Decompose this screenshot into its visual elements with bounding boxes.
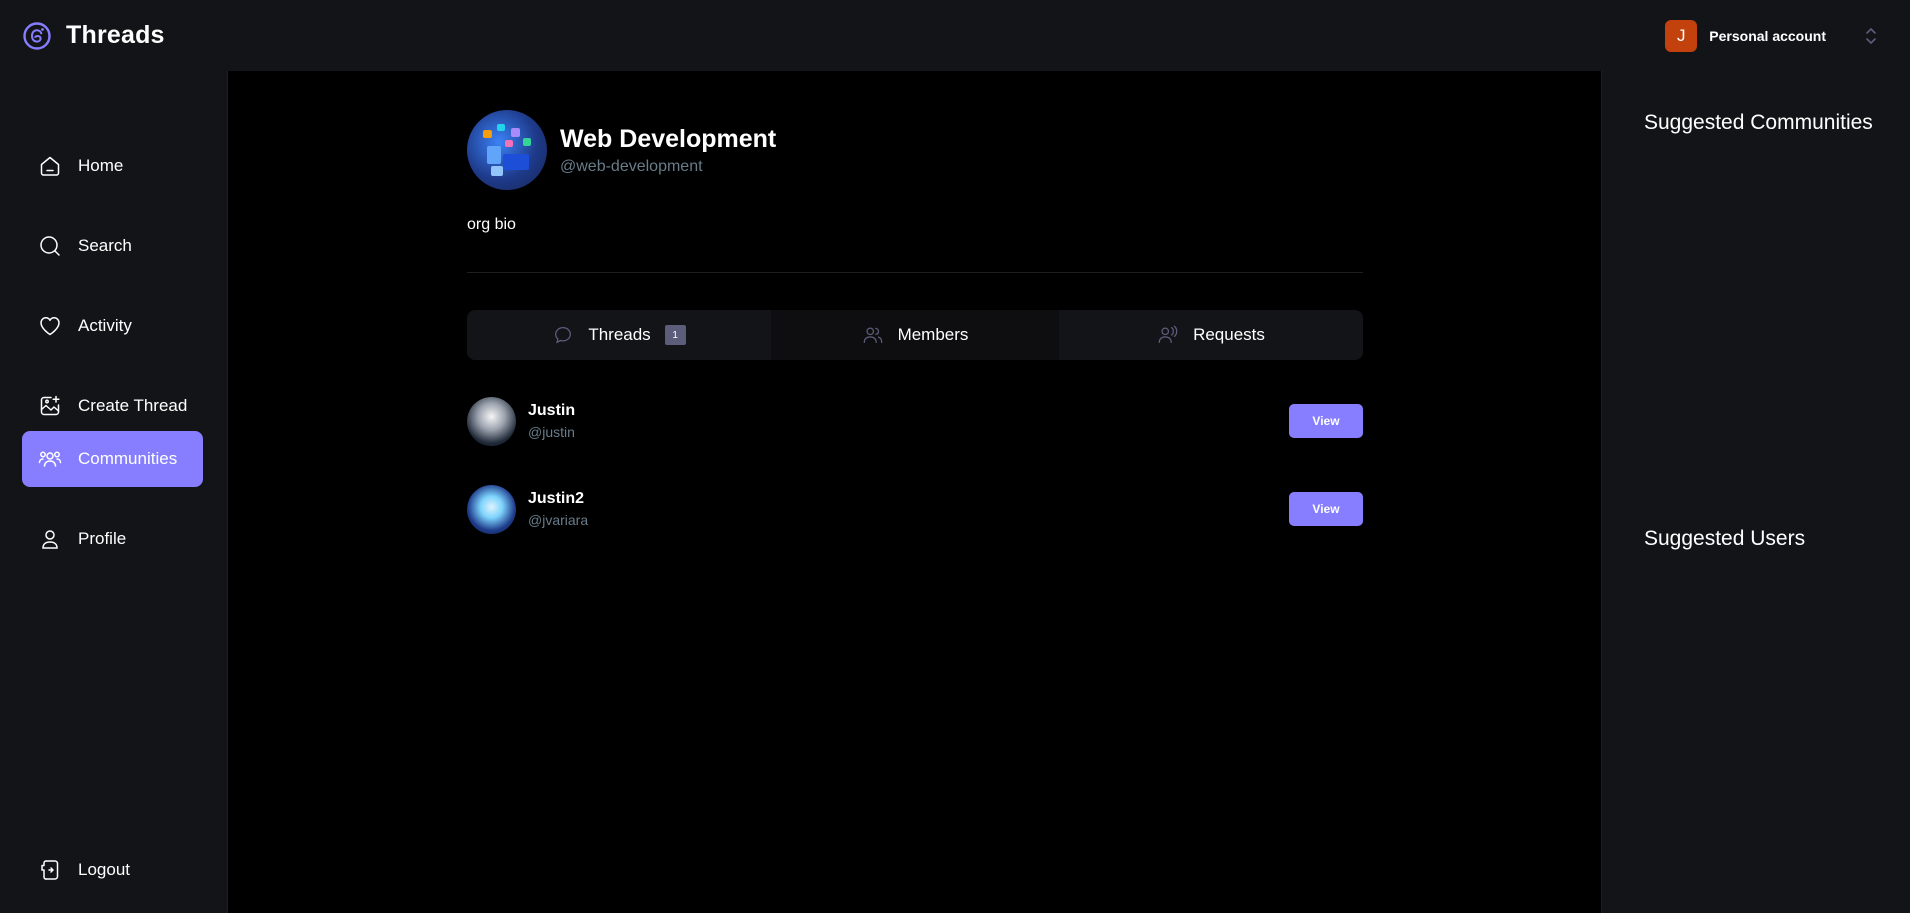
tab-label: Threads	[588, 325, 651, 344]
chevron-up-down-icon[interactable]	[1864, 26, 1878, 46]
sidebar-item-label: Activity	[78, 316, 132, 335]
threads-count-badge: 1	[664, 325, 686, 345]
logout-button[interactable]: Logout	[22, 842, 203, 898]
tab-label: Members	[897, 325, 969, 344]
account-avatar: J	[1665, 19, 1698, 52]
sidebar-item-profile[interactable]: Profile	[22, 511, 203, 567]
member-list: Justin @justin View Justin2 @jvariara Vi…	[467, 396, 1363, 534]
community-avatar	[467, 110, 547, 190]
view-button[interactable]: View	[1289, 492, 1363, 526]
avatar	[467, 484, 516, 534]
suggested-communities-heading: Suggested Communities	[1644, 111, 1873, 134]
sidebar-item-label: Search	[78, 236, 132, 255]
left-sidebar: Home Search Activity Create Thread Commu…	[0, 71, 228, 913]
suggested-users-heading: Suggested Users	[1644, 527, 1806, 550]
community-page: Web Development @web-development org bio…	[467, 110, 1363, 572]
member-name: Justin	[528, 402, 576, 419]
community-name: Web Development	[560, 125, 777, 153]
sidebar-item-label: Communities	[78, 449, 178, 468]
reply-icon	[555, 327, 572, 344]
logout-icon	[41, 860, 59, 880]
threads-logo-icon	[23, 21, 51, 50]
sidebar-item-create-thread[interactable]: Create Thread	[22, 378, 203, 434]
member-info[interactable]: Justin @justin	[467, 396, 576, 446]
communities-icon	[38, 451, 62, 467]
members-icon	[863, 327, 882, 343]
sidebar-item-label: Home	[78, 156, 124, 175]
create-thread-icon	[40, 395, 60, 416]
divider	[467, 272, 1363, 273]
brand[interactable]: Threads	[22, 21, 165, 51]
sidebar-item-activity[interactable]: Activity	[22, 298, 203, 354]
home-icon	[40, 156, 60, 176]
heart-icon	[40, 317, 60, 336]
member-handle: @justin	[528, 424, 575, 440]
topbar: Threads J Personal account	[0, 0, 1910, 71]
sidebar-item-label: Create Thread	[78, 396, 188, 415]
logout-label: Logout	[78, 860, 130, 879]
member-name: Justin2	[528, 490, 585, 507]
community-tabs: Threads 1 Members Requests	[467, 310, 1363, 360]
member-handle: @jvariara	[528, 512, 589, 528]
member-info[interactable]: Justin2 @jvariara	[467, 484, 589, 534]
sidebar-item-communities[interactable]: Communities	[22, 431, 203, 487]
account-switcher[interactable]: J Personal account	[1665, 19, 1878, 52]
tab-label: Requests	[1193, 325, 1265, 344]
list-item: Justin @justin View	[467, 396, 1363, 446]
sidebar-item-search[interactable]: Search	[22, 218, 203, 274]
user-icon	[42, 530, 58, 549]
app-name: Threads	[66, 21, 165, 49]
community-header: Web Development @web-development	[467, 110, 1363, 190]
tab-members[interactable]: Members	[771, 310, 1059, 360]
community-bio: org bio	[467, 216, 516, 233]
list-item: Justin2 @jvariara View	[467, 484, 1363, 534]
tab-threads[interactable]: Threads 1	[467, 310, 771, 360]
search-icon	[40, 236, 60, 256]
sidebar-item-home[interactable]: Home	[22, 138, 203, 194]
right-sidebar: Suggested Communities Suggested Users	[1601, 71, 1910, 913]
view-button[interactable]: View	[1289, 404, 1363, 438]
avatar	[467, 396, 516, 446]
tab-requests[interactable]: Requests	[1059, 310, 1363, 360]
account-label: Personal account	[1709, 27, 1826, 44]
community-handle: @web-development	[560, 158, 703, 175]
request-icon	[1158, 325, 1178, 343]
sidebar-item-label: Profile	[78, 529, 127, 548]
